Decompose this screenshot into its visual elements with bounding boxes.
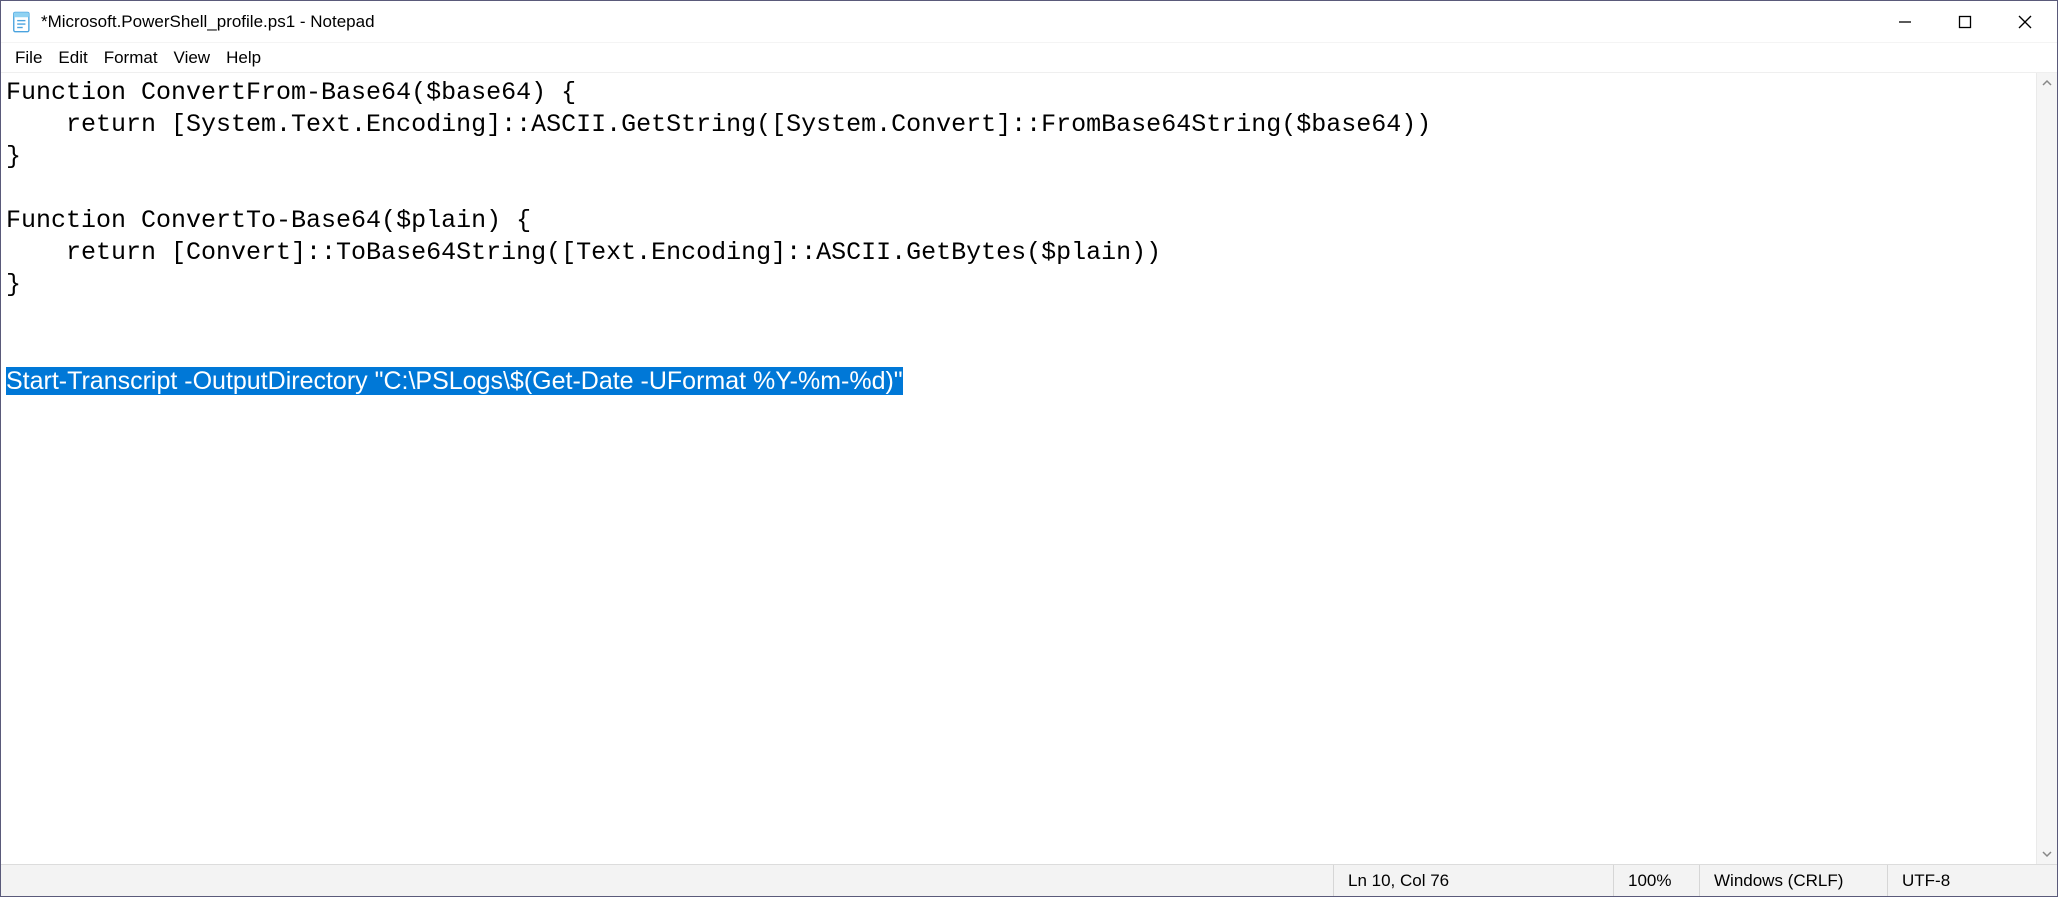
minimize-button[interactable] [1875,1,1935,42]
close-button[interactable] [1995,1,2055,42]
notepad-app-icon [11,11,33,33]
status-encoding: UTF-8 [1887,865,2057,896]
status-spacer [1,865,1333,896]
text-editor[interactable]: Function ConvertFrom-Base64($base64) { r… [1,73,2036,864]
statusbar: Ln 10, Col 76 100% Windows (CRLF) UTF-8 [1,864,2057,896]
window-title: *Microsoft.PowerShell_profile.ps1 - Note… [41,12,375,32]
vertical-scrollbar[interactable] [2036,73,2057,864]
menu-help[interactable]: Help [218,46,269,70]
menu-format[interactable]: Format [96,46,166,70]
scroll-up-arrow-icon[interactable] [2037,73,2057,93]
window-controls [1875,1,2055,42]
status-caret-position: Ln 10, Col 76 [1333,865,1613,896]
menu-view[interactable]: View [166,46,219,70]
maximize-button[interactable] [1935,1,1995,42]
status-line-ending: Windows (CRLF) [1699,865,1887,896]
titlebar: *Microsoft.PowerShell_profile.ps1 - Note… [1,1,2057,43]
menu-edit[interactable]: Edit [50,46,95,70]
status-zoom: 100% [1613,865,1699,896]
scroll-down-arrow-icon[interactable] [2037,844,2057,864]
menu-file[interactable]: File [7,46,50,70]
menubar: File Edit Format View Help [1,43,2057,73]
selected-text: Start-Transcript -OutputDirectory "C:\PS… [6,367,903,395]
